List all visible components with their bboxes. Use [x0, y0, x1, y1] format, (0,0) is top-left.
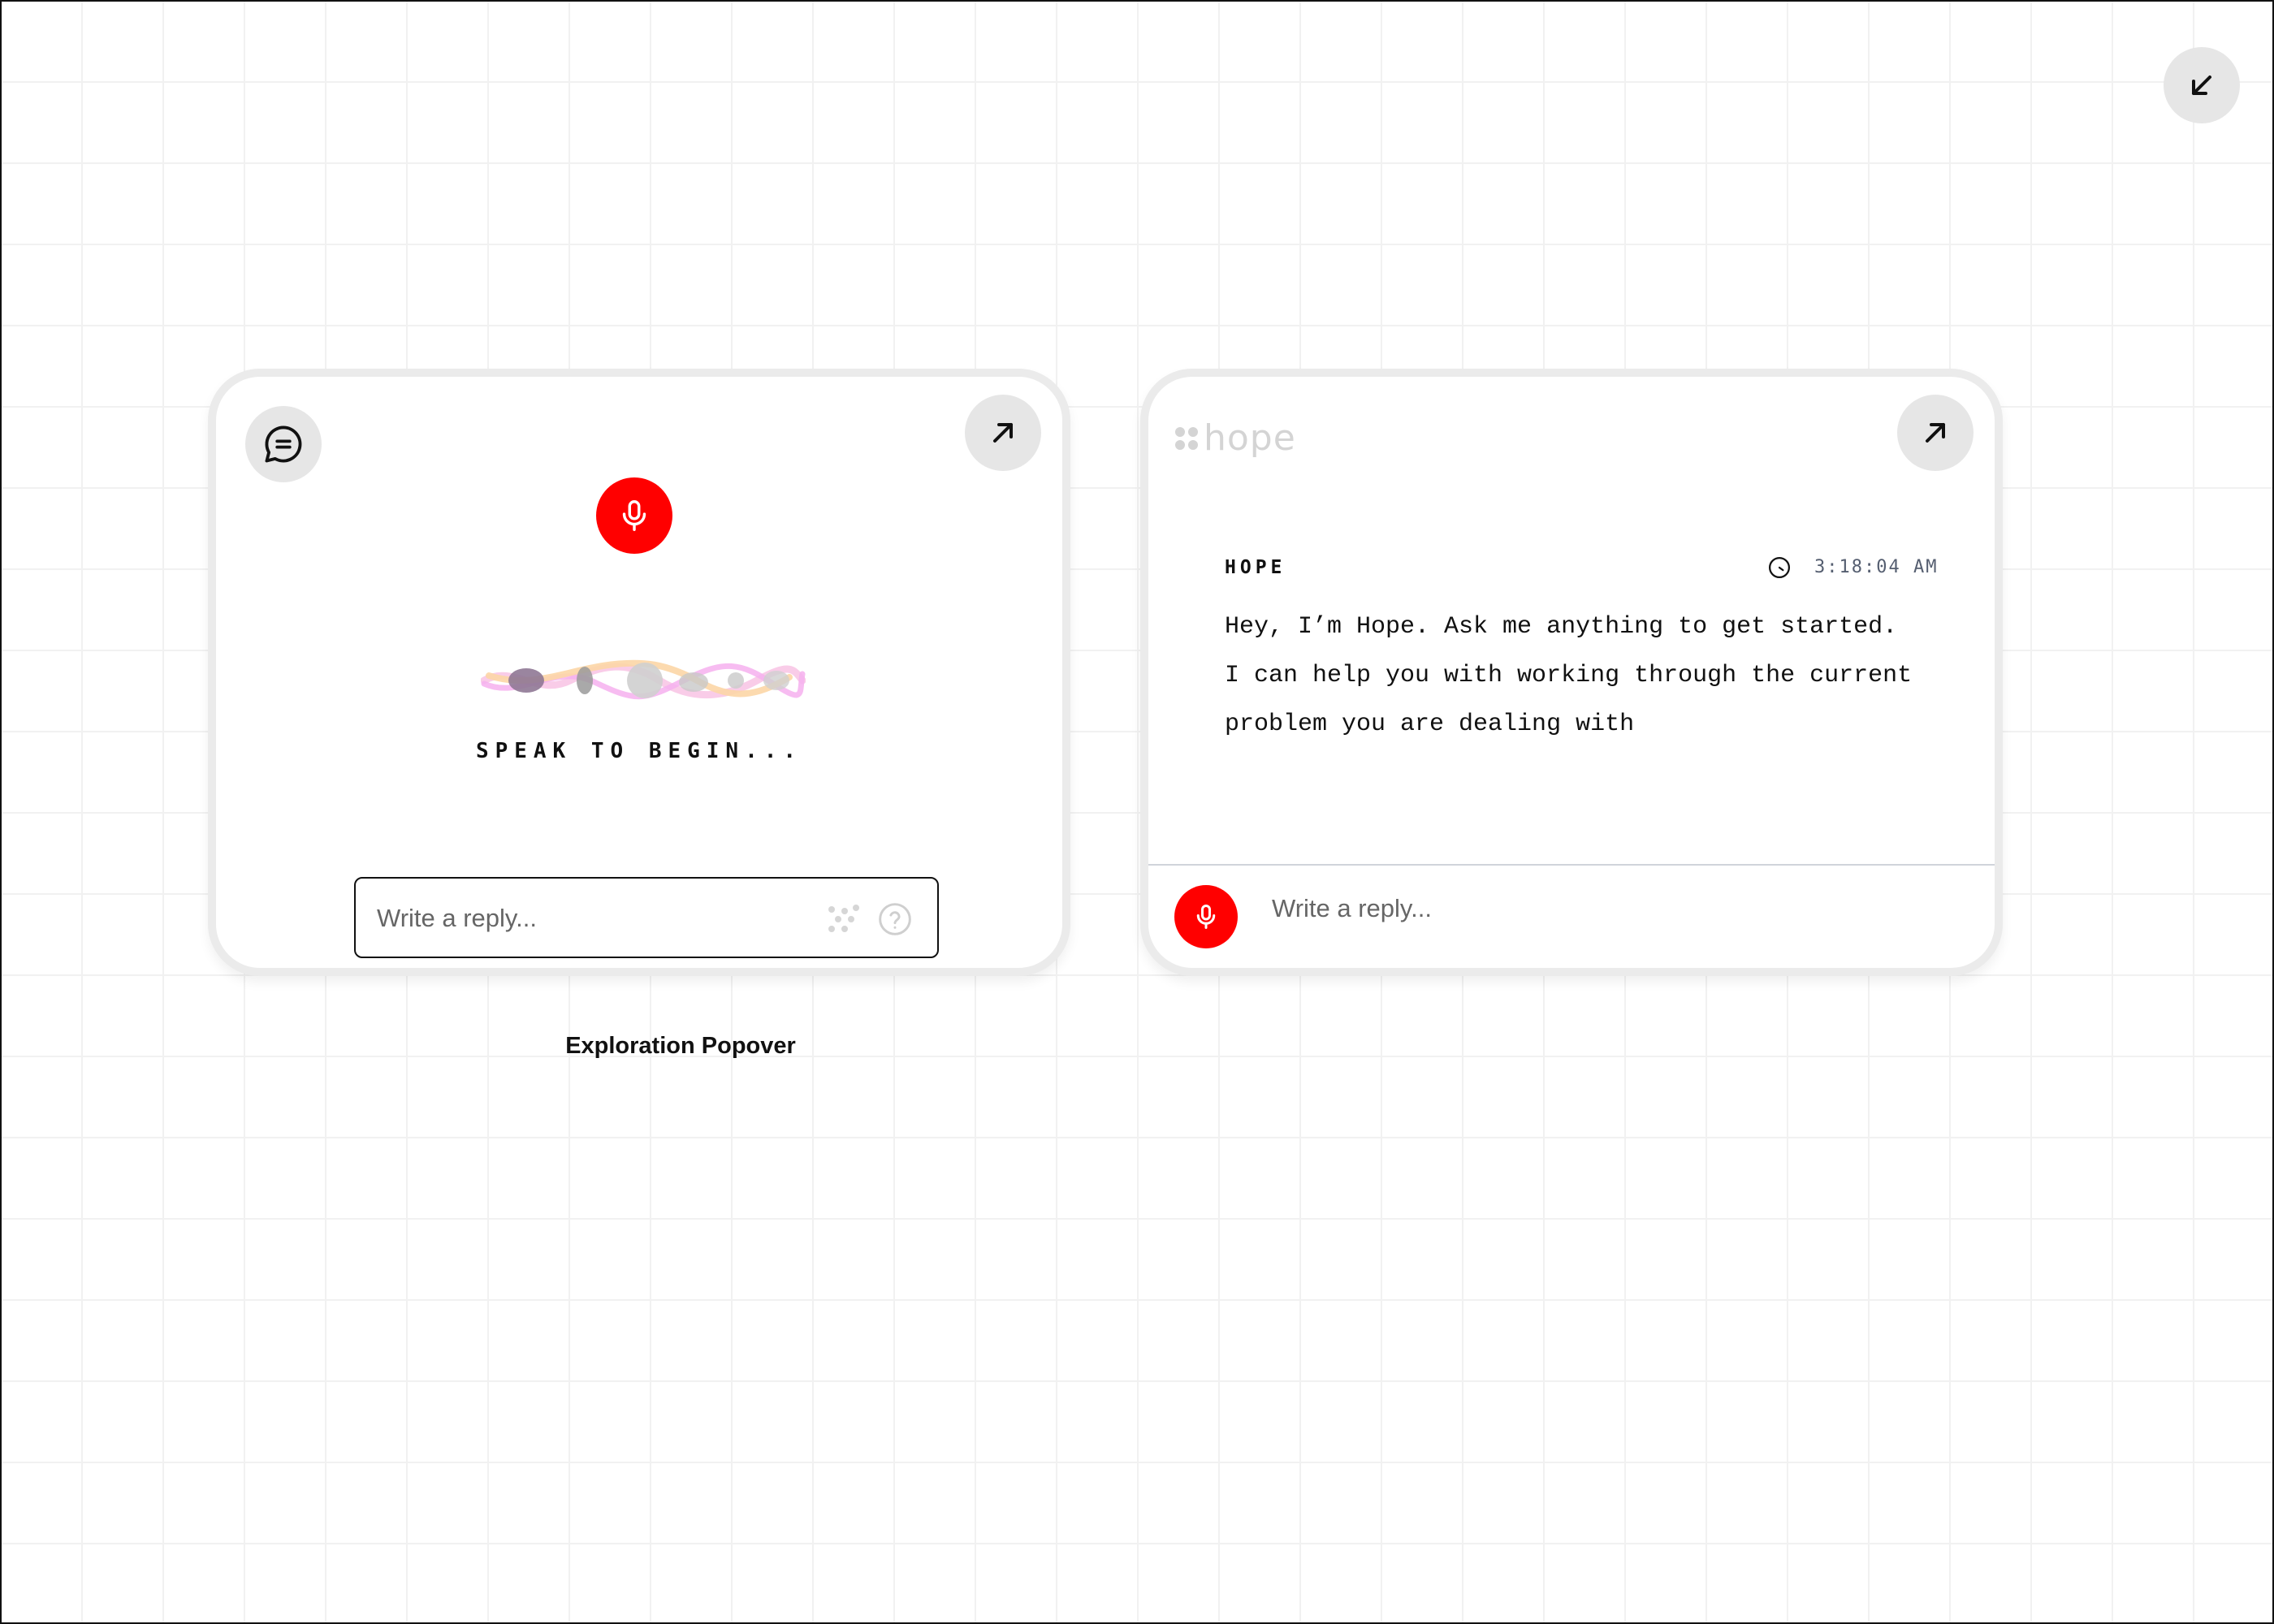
logo-text: hope [1204, 417, 1296, 459]
reply-box [354, 877, 939, 958]
help-circle-icon[interactable] [877, 901, 913, 937]
message-author: HOPE [1225, 557, 1286, 578]
collapse-button[interactable] [2164, 47, 2240, 123]
composer-divider [1148, 864, 1995, 866]
message-line: Hey, I’m Hope. Ask me anything to get st… [1225, 613, 1898, 641]
voice-waveform-icon [481, 659, 806, 700]
logo-dots-icon [1175, 426, 1198, 450]
arrow-down-left-icon [2192, 76, 2211, 95]
message-body: Hey, I’m Hope. Ask me anything to get st… [1225, 603, 1939, 749]
popover-caption: Exploration Popover [565, 1033, 796, 1059]
chat-bubble-icon [265, 425, 302, 463]
hope-chat-popover: hope HOPE 3:18:04 AM Hey, I’m Hope. Ask … [1140, 369, 2003, 976]
status-label: SPEAK TO BEGIN... [475, 739, 803, 763]
canvas: SPEAK TO BEGIN... Exploration Popover [2, 2, 2272, 1622]
hope-logo: hope [1174, 417, 1296, 459]
message-line: problem you are dealing with [1225, 710, 1635, 738]
arrow-up-right-icon [993, 423, 1013, 443]
microphone-icon [622, 500, 646, 531]
mic-button[interactable] [596, 477, 672, 554]
chat-button[interactable] [245, 406, 322, 482]
clock-icon [1769, 557, 1790, 578]
message-timestamp: 3:18:04 AM [1814, 557, 1939, 577]
mic-button[interactable] [1174, 885, 1238, 948]
exploration-popover: SPEAK TO BEGIN... [208, 369, 1070, 976]
microphone-icon [1196, 905, 1216, 929]
dots-grid-icon[interactable] [828, 905, 861, 934]
reply-input[interactable] [1270, 875, 1842, 942]
arrow-up-right-icon [1926, 423, 1945, 443]
expand-button[interactable] [965, 395, 1041, 471]
reply-input[interactable] [375, 879, 801, 958]
expand-button[interactable] [1897, 395, 1974, 471]
message-line: I can help you with working through the … [1225, 662, 1913, 689]
